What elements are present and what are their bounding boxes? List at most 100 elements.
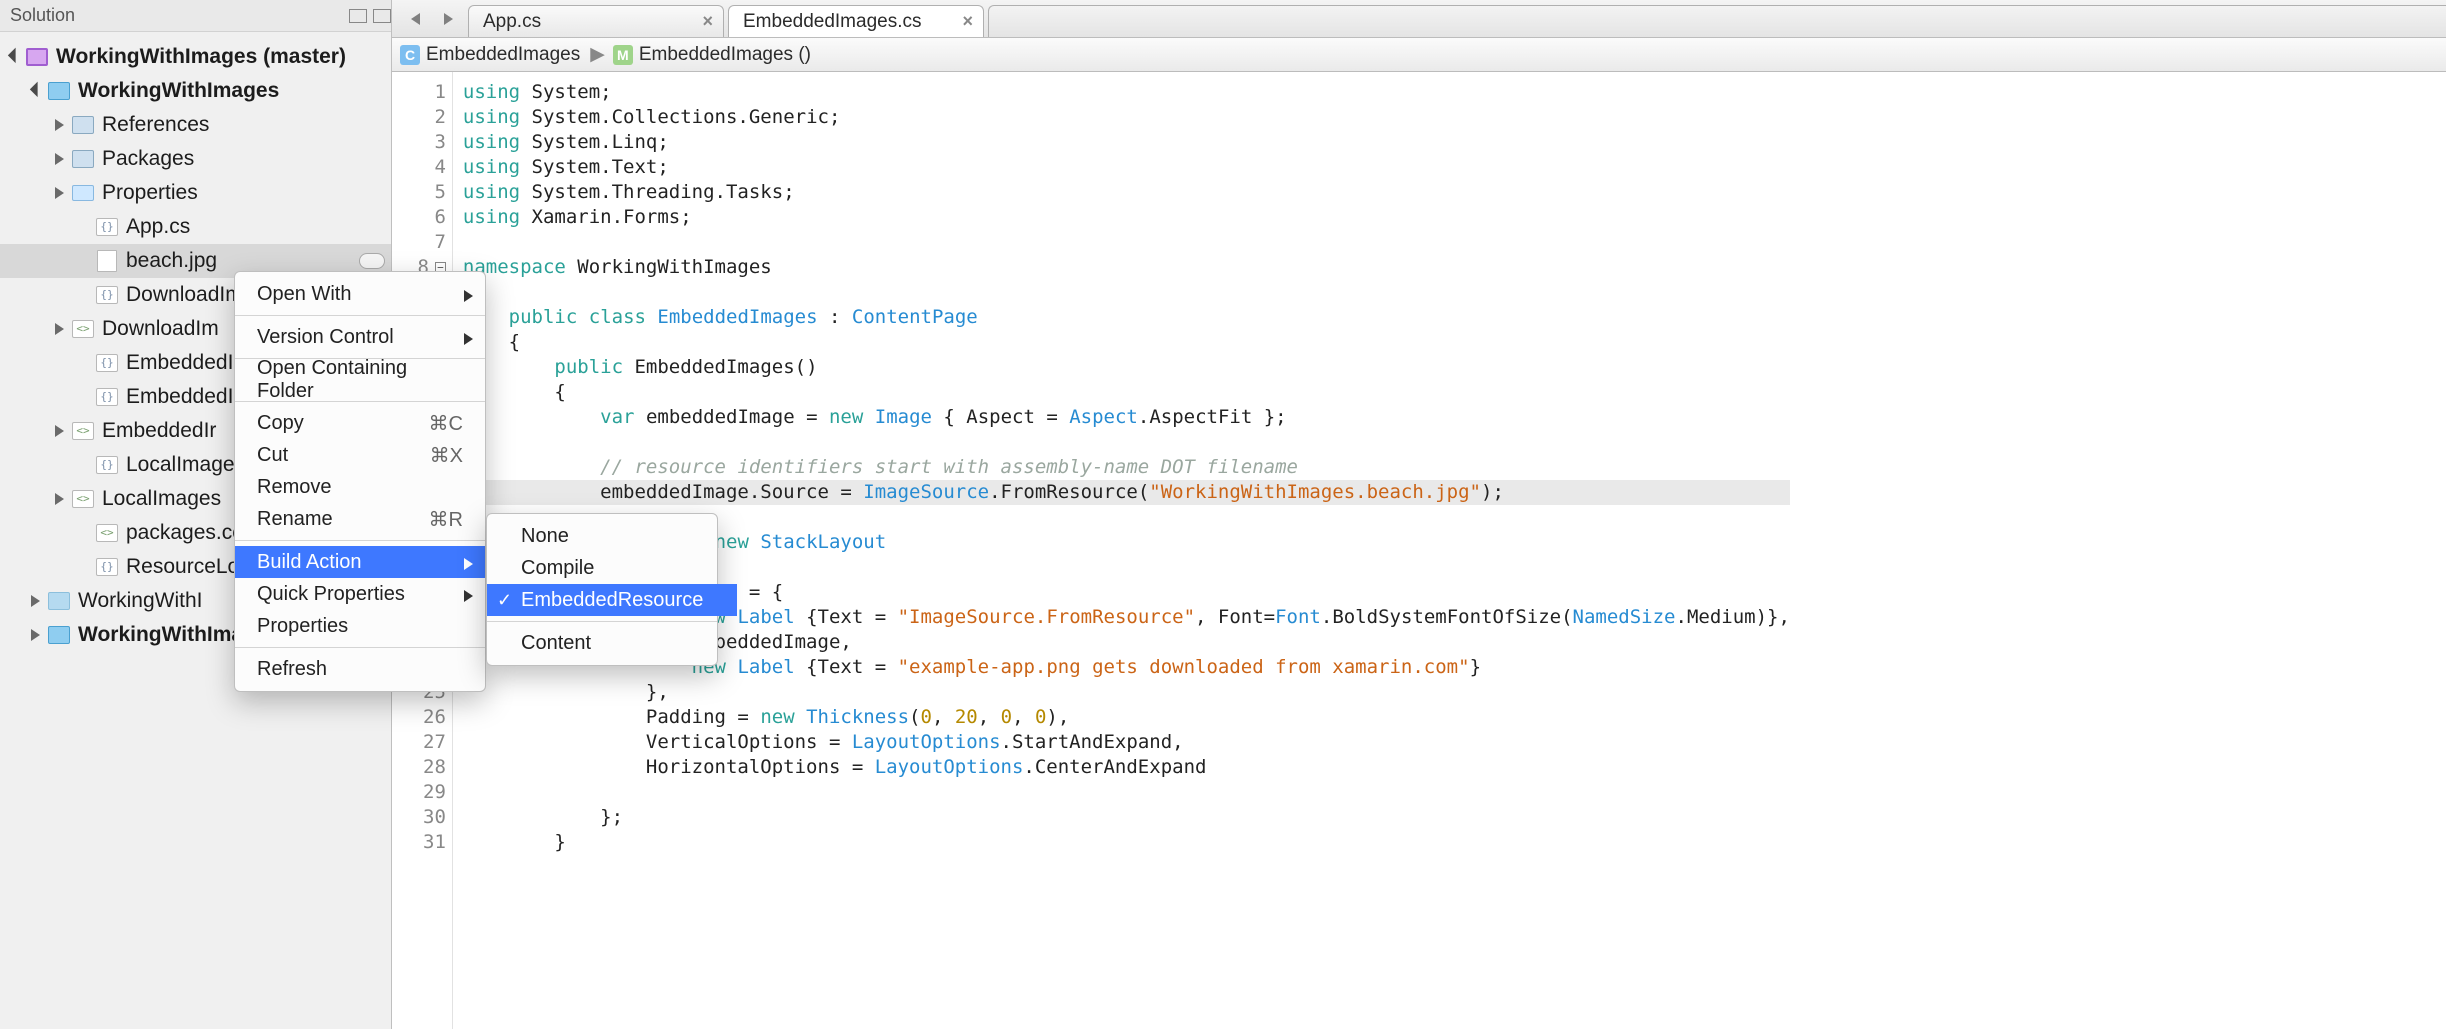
breadcrumb-class[interactable]: EmbeddedImages	[426, 44, 580, 66]
menu-item-label: Content	[521, 632, 591, 655]
proj-icon	[48, 626, 70, 644]
tree-item-label: References	[102, 113, 209, 137]
tree-item-label: WorkingWithI	[78, 589, 202, 613]
disclosure-open-icon[interactable]	[6, 50, 20, 64]
tree-item-label: EmbeddedIr	[126, 385, 240, 409]
disclosure-closed-icon[interactable]	[52, 424, 66, 438]
breadcrumb-method[interactable]: EmbeddedImages ()	[639, 44, 811, 66]
gear-icon[interactable]	[359, 253, 385, 269]
code-line: };	[463, 805, 1790, 830]
tree-item-label: WorkingWithImages	[78, 79, 279, 103]
disclosure-open-icon[interactable]	[28, 84, 42, 98]
close-icon[interactable]: ×	[702, 11, 713, 32]
gear-icon	[72, 150, 94, 168]
tree-item-label: EmbeddedIr	[126, 351, 240, 375]
menu-item[interactable]: Cut⌘X	[235, 439, 485, 471]
folder-icon	[72, 185, 94, 201]
menu-item[interactable]: Content	[487, 627, 737, 659]
disclosure-closed-icon[interactable]	[52, 492, 66, 506]
proj-l-icon	[48, 592, 70, 610]
code-line: using System.Collections.Generic;	[463, 105, 1790, 130]
tree-item[interactable]: Properties	[0, 176, 391, 210]
menu-item-label: Quick Properties	[257, 583, 405, 606]
panel-maximize-icon[interactable]	[349, 9, 367, 23]
line-number: 30	[406, 805, 446, 830]
arrow-placeholder	[76, 458, 90, 472]
panel-close-icon[interactable]	[373, 9, 391, 23]
menu-item-label: Refresh	[257, 658, 327, 681]
xml-icon: <>	[72, 320, 94, 338]
menu-shortcut: ⌘X	[430, 443, 463, 468]
menu-item[interactable]: Open With	[235, 278, 485, 310]
arrow-placeholder	[76, 526, 90, 540]
tab-app-cs[interactable]: App.cs ×	[468, 5, 724, 37]
tree-item[interactable]: WorkingWithImages (master)	[0, 40, 391, 74]
method-icon: M	[613, 45, 633, 65]
code-line: public EmbeddedImages()	[463, 355, 1790, 380]
arrow-placeholder	[76, 356, 90, 370]
tree-item[interactable]: {}App.cs	[0, 210, 391, 244]
context-menu[interactable]: Open With Version Control Open Containing …	[234, 271, 486, 692]
close-icon[interactable]: ×	[962, 11, 973, 32]
code-line: {	[463, 330, 1790, 355]
line-number: 27	[406, 730, 446, 755]
code-line: // resource identifiers start with assem…	[463, 455, 1790, 480]
tab-label: EmbeddedImages.cs	[743, 11, 922, 33]
line-number: 1	[406, 80, 446, 105]
menu-item[interactable]: Open Containing Folder	[235, 364, 485, 396]
menu-item[interactable]: Version Control	[235, 321, 485, 353]
xml-icon: <>	[72, 490, 94, 508]
menu-item[interactable]: Quick Properties	[235, 578, 485, 610]
menu-item-label: None	[521, 525, 569, 548]
code-line: using System;	[463, 80, 1790, 105]
menu-item[interactable]: Build Action	[235, 546, 485, 578]
menu-item-label: Build Action	[257, 551, 362, 574]
menu-item[interactable]: Rename⌘R	[235, 503, 485, 535]
disclosure-closed-icon[interactable]	[52, 118, 66, 132]
disclosure-closed-icon[interactable]	[52, 186, 66, 200]
tree-item[interactable]: References	[0, 108, 391, 142]
menu-item[interactable]: EmbeddedResource	[487, 584, 737, 616]
menu-item[interactable]: Copy⌘C	[235, 407, 485, 439]
menu-item-label: Compile	[521, 557, 594, 580]
menu-separator	[235, 540, 485, 541]
line-number: 28	[406, 755, 446, 780]
tree-item[interactable]: WorkingWithImages	[0, 74, 391, 108]
tree-item[interactable]: Packages	[0, 142, 391, 176]
nav-back-icon[interactable]	[404, 7, 428, 31]
code-line	[463, 780, 1790, 805]
code-line: using Xamarin.Forms;	[463, 205, 1790, 230]
sln-icon	[26, 48, 48, 66]
line-number: 4	[406, 155, 446, 180]
tree-item-label: DownloadIm	[102, 317, 219, 341]
menu-item[interactable]: Remove	[235, 471, 485, 503]
arrow-placeholder	[76, 560, 90, 574]
tree-item-label: packages.co	[126, 521, 244, 545]
nav-forward-icon[interactable]	[436, 7, 460, 31]
line-number: 26	[406, 705, 446, 730]
code-line: using System.Threading.Tasks;	[463, 180, 1790, 205]
menu-item[interactable]: Refresh	[235, 653, 485, 685]
code-line: }	[463, 830, 1790, 855]
menu-item-label: Open With	[257, 283, 351, 306]
tab-embeddedimages-cs[interactable]: EmbeddedImages.cs ×	[728, 5, 984, 37]
breadcrumb[interactable]: C EmbeddedImages ▶ M EmbeddedImages ()	[392, 38, 2446, 72]
code-line: VerticalOptions = LayoutOptions.StartAnd…	[463, 730, 1790, 755]
menu-item[interactable]: Compile	[487, 552, 737, 584]
disclosure-closed-icon[interactable]	[52, 152, 66, 166]
code-line: Padding = new Thickness(0, 20, 0, 0),	[463, 705, 1790, 730]
menu-separator	[235, 315, 485, 316]
code-line: embeddedImage.Source = ImageSource.FromR…	[463, 480, 1790, 505]
code-line: HorizontalOptions = LayoutOptions.Center…	[463, 755, 1790, 780]
disclosure-closed-icon[interactable]	[52, 322, 66, 336]
file-icon	[97, 250, 117, 272]
gear-icon	[72, 116, 94, 134]
disclosure-closed-icon[interactable]	[28, 628, 42, 642]
menu-item[interactable]: Properties	[235, 610, 485, 642]
code-line: using System.Text;	[463, 155, 1790, 180]
menu-item[interactable]: None	[487, 520, 737, 552]
disclosure-closed-icon[interactable]	[28, 594, 42, 608]
xml-icon: <>	[96, 524, 118, 542]
build-action-submenu[interactable]: NoneCompileEmbeddedResourceContent	[486, 513, 718, 666]
tree-item-label: LocalImages	[102, 487, 221, 511]
